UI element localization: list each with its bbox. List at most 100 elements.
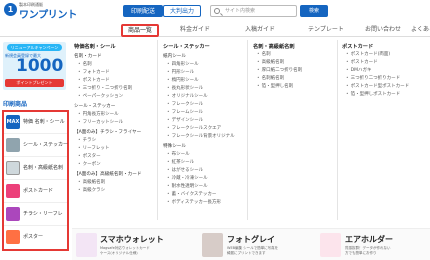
nav-product-list[interactable]: 商品一覧 bbox=[121, 24, 160, 37]
menu-link[interactable]: 耐水性透明シール bbox=[163, 183, 235, 191]
menu-link[interactable]: フォトカード bbox=[74, 69, 141, 77]
sidebar-item-business-card[interactable]: 名刺・高級紙名刺 bbox=[4, 158, 67, 180]
feature-desc: 綺麗にプリントできます bbox=[227, 251, 266, 255]
menu-link[interactable]: 紅茶シール bbox=[163, 159, 235, 167]
poster-thumbnail-icon bbox=[6, 230, 20, 244]
menu-link[interactable]: 四角形シール bbox=[163, 61, 235, 69]
menu-link[interactable]: 箔・型押し名刺 bbox=[253, 83, 302, 91]
menu-subheading[interactable]: 特殊シール bbox=[163, 143, 235, 151]
menu-link[interactable]: クーポン bbox=[74, 161, 141, 169]
feature-desc: 方でも簡単にお作り bbox=[345, 251, 377, 255]
menu-link[interactable]: 名刺 bbox=[74, 61, 141, 69]
flyer-thumbnail-icon bbox=[6, 207, 20, 221]
menu-col-heading[interactable]: 名刺・高級紙名刺 bbox=[253, 43, 302, 51]
menu-link[interactable]: はがせるシール bbox=[163, 167, 235, 175]
menu-link[interactable]: オリジナルシール bbox=[163, 93, 235, 101]
menu-link[interactable]: フリーカットシール bbox=[74, 119, 141, 127]
menu-link[interactable]: 三つ折り二つ折りカード bbox=[342, 75, 409, 83]
menu-link[interactable]: 円形シール bbox=[163, 69, 235, 77]
menu-link[interactable]: フレークシールスクエア bbox=[163, 125, 235, 133]
menu-link[interactable]: 楕円形シール bbox=[163, 77, 235, 85]
search-icon bbox=[214, 8, 220, 14]
menu-link[interactable]: 布シール bbox=[163, 151, 235, 159]
menu-link[interactable]: ペーパークッション bbox=[74, 93, 141, 101]
menu-link[interactable]: リーフレット bbox=[74, 145, 141, 153]
campaign-banner[interactable]: リニューアルキャンペーン 新規会員登録で最大 1000 ポイントプレゼント bbox=[3, 42, 66, 90]
menu-link[interactable]: 長丸形状シール bbox=[163, 85, 235, 93]
logo-icon[interactable]: 1 bbox=[4, 3, 17, 16]
banner-top: リニューアルキャンペーン bbox=[7, 44, 62, 51]
menu-col-heading[interactable]: ポストカード bbox=[342, 43, 409, 51]
wallet-thumbnail-icon[interactable] bbox=[76, 233, 97, 257]
menu-col-heading[interactable]: シール・ステッカー bbox=[163, 43, 235, 51]
menu-link[interactable]: フレークシール bbox=[163, 101, 235, 109]
menu-col-business-card: 名刺・高級紙名刺 名刺 高級紙名刺 厚口紙二つ折り名刺 名刺紙名刺 箔・型押し名… bbox=[253, 43, 302, 91]
banner-bottom: ポイントプレゼント bbox=[5, 79, 64, 87]
menu-subheading[interactable]: 紙内シール bbox=[163, 53, 235, 61]
menu-link[interactable]: 高級紙名刺 bbox=[253, 59, 302, 67]
sidebar-item-label: ポストカード bbox=[23, 188, 54, 194]
menu-link[interactable]: 高級紙名刺 bbox=[74, 179, 141, 187]
sidebar-item-label: ポスター bbox=[23, 234, 44, 240]
search-button[interactable]: 検索 bbox=[300, 5, 328, 17]
menu-link[interactable]: 名刺紙名刺 bbox=[253, 75, 302, 83]
menu-col-heading[interactable]: 特価名刺・シール bbox=[74, 43, 141, 51]
column-divider bbox=[337, 40, 338, 220]
menu-link[interactable]: ポストカード型ポストカード bbox=[342, 83, 410, 91]
menu-link[interactable]: フレークシール背景オリジナル bbox=[163, 133, 235, 141]
feature-title[interactable]: フォトグレイ bbox=[227, 234, 275, 245]
menu-col-sticker: シール・ステッカー 紙内シール 四角形シール 円形シール 楕円形シール 長丸形状… bbox=[163, 43, 235, 207]
sidebar-item-poster[interactable]: ポスター bbox=[4, 227, 67, 249]
sidebar-item-label: チラシ・リーフレ bbox=[23, 211, 63, 217]
nav-contact[interactable]: お問い合わせ bbox=[365, 25, 401, 35]
feature-title[interactable]: エアホルダー bbox=[345, 234, 393, 245]
menu-link[interactable]: DMハガキ bbox=[342, 67, 409, 75]
menu-link[interactable]: 名刺 bbox=[253, 51, 302, 59]
menu-link[interactable]: 三つ折り・二つ折り名刺 bbox=[74, 85, 141, 93]
column-divider bbox=[247, 40, 248, 220]
menu-link[interactable]: ポストカード(両面) bbox=[342, 51, 409, 59]
feature-title[interactable]: スマホウォレット bbox=[100, 234, 164, 245]
air-holder-thumbnail-icon[interactable] bbox=[320, 233, 341, 257]
business-card-thumbnail-icon bbox=[6, 161, 20, 175]
menu-link[interactable]: ポストカード bbox=[74, 77, 141, 85]
logo-text[interactable]: ワンプリント bbox=[19, 6, 77, 21]
feature-desc: ケース(オリジナル仕様) bbox=[100, 251, 138, 255]
tab-print-delivery[interactable]: 印刷配送 bbox=[123, 5, 163, 17]
sticker-thumbnail-icon bbox=[6, 138, 20, 152]
nav-upload-guide[interactable]: 入稿ガイド bbox=[245, 25, 275, 35]
menu-link[interactable]: 円角長方形シール bbox=[74, 111, 141, 119]
menu-subheading[interactable]: 【A面のみ】チラシ・フライヤー bbox=[74, 129, 141, 137]
column-divider bbox=[157, 40, 158, 220]
menu-link[interactable]: ボディステッカー長方形 bbox=[163, 199, 235, 207]
menu-link[interactable]: ポスター bbox=[74, 153, 141, 161]
photogray-thumbnail-icon[interactable] bbox=[202, 233, 223, 257]
menu-link[interactable]: フレームシール bbox=[163, 109, 235, 117]
menu-link[interactable]: 蓄・バイクステッカー bbox=[163, 191, 235, 199]
menu-link[interactable]: ポストカード bbox=[342, 59, 409, 67]
sidebar-item-special[interactable]: MAX 特価 名刺・シール bbox=[4, 112, 67, 134]
menu-subheading[interactable]: シール・ステッカー bbox=[74, 103, 141, 111]
menu-link[interactable]: デザインシール bbox=[163, 117, 235, 125]
sidebar-categories: MAX 特価 名刺・シール シール・ステッカー 名刺・高級紙名刺 ポストカード … bbox=[2, 110, 69, 251]
tab-large-format[interactable]: 大判出力 bbox=[163, 5, 201, 17]
menu-link[interactable]: 厚口紙二つ折り名刺 bbox=[253, 67, 303, 75]
menu-subheading[interactable]: 名刺・カード bbox=[74, 53, 141, 61]
sidebar-item-postcard[interactable]: ポストカード bbox=[4, 181, 67, 203]
nav-faq[interactable]: よくある bbox=[411, 25, 430, 35]
menu-col-special: 特価名刺・シール 名刺・カード 名刺 フォトカード ポストカード 三つ折り・二つ… bbox=[74, 43, 141, 195]
nav-price-guide[interactable]: 料金ガイド bbox=[180, 25, 210, 35]
feature-strip: スマホウォレット Magsafe対応ウォレットカード ケース(オリジナル仕様) … bbox=[72, 228, 430, 260]
search-placeholder: サイト内検索 bbox=[225, 8, 256, 14]
menu-link[interactable]: 冷蔵・冷凍シール bbox=[163, 175, 235, 183]
nav-template[interactable]: テンプレート bbox=[308, 25, 344, 35]
sidebar-item-flyer[interactable]: チラシ・リーフレ bbox=[4, 204, 67, 226]
menu-link[interactable]: チラシ bbox=[74, 137, 141, 145]
sidebar-item-sticker[interactable]: シール・ステッカー bbox=[4, 135, 68, 157]
menu-subheading[interactable]: 【A面のみ】高級紙名刺・カード bbox=[74, 171, 141, 179]
menu-link[interactable]: 高級クラシ bbox=[74, 187, 141, 195]
menu-link[interactable]: 箔・型押しポストカード bbox=[342, 91, 409, 99]
sidebar-title: 印刷商品 bbox=[3, 101, 28, 108]
special-badge-icon: MAX bbox=[6, 115, 20, 129]
search-input[interactable]: サイト内検索 bbox=[210, 5, 297, 17]
